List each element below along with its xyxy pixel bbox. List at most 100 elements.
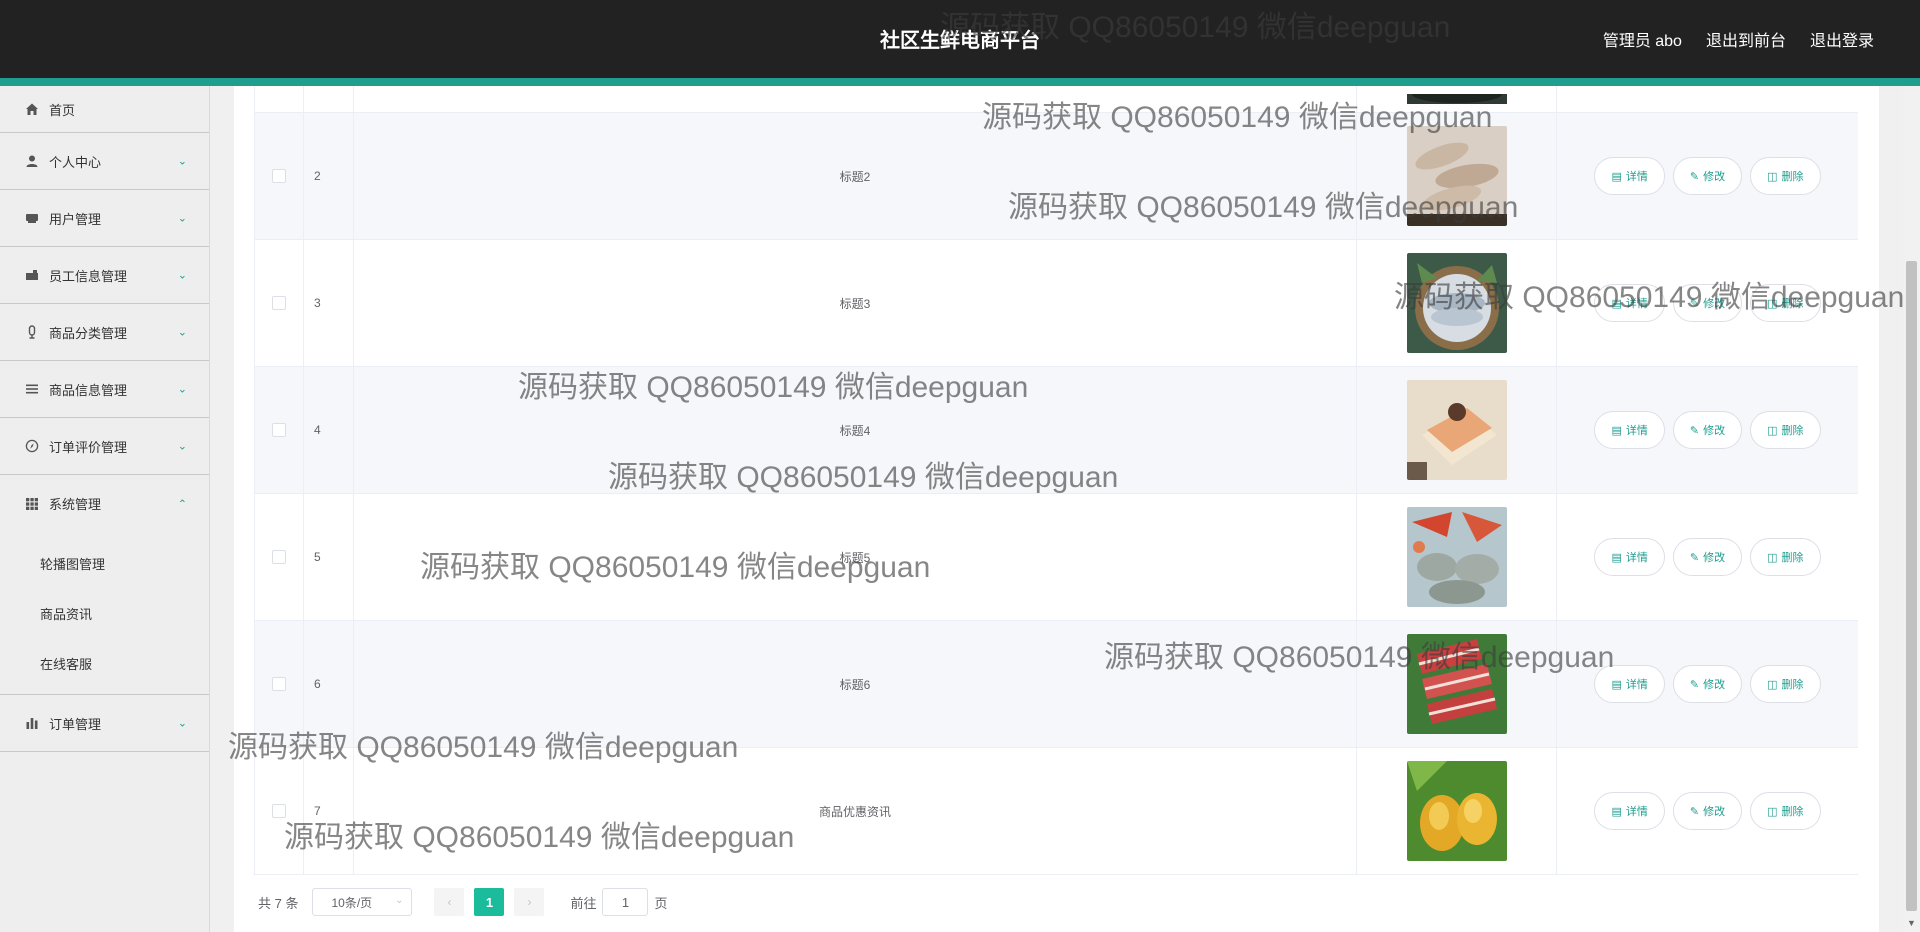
edit-button[interactable]: ✎ 修改 xyxy=(1672,157,1743,195)
detail-button[interactable]: ▤ 详情 xyxy=(1594,538,1665,576)
row-checkbox[interactable] xyxy=(272,169,286,183)
goto-page-input[interactable]: 1 xyxy=(602,888,649,916)
vertical-scrollbar[interactable]: ▼ xyxy=(1903,86,1920,932)
sidebar-item-system[interactable]: 系统管理 ⌃ xyxy=(0,475,209,532)
detail-button[interactable]: ▤ 详情 xyxy=(1594,792,1665,830)
users-icon xyxy=(24,210,40,226)
sidebar-item-home[interactable]: 首页 xyxy=(0,86,209,133)
detail-button[interactable]: ▤ 详情 xyxy=(1594,157,1665,195)
row-checkbox[interactable] xyxy=(272,804,286,818)
edit-icon: ✎ xyxy=(1689,170,1700,183)
delete-button[interactable]: ◫ 删除 xyxy=(1750,284,1821,322)
table-row: 2 标题2 ▤ 详情 ✎ 修改 ◫ 删除 xyxy=(254,113,1858,240)
row-checkbox[interactable] xyxy=(272,423,286,437)
chevron-down-icon: ⌄ xyxy=(177,326,187,339)
sidebar-item-label: 商品分类管理 xyxy=(49,325,128,341)
sidebar-item-orders[interactable]: 订单管理 ⌄ xyxy=(0,695,209,752)
trash-icon: ◫ xyxy=(1767,551,1778,564)
pagination: 共 7 条 10条/页 ⌄ ‹ 1 › 前往 1 页 xyxy=(258,888,668,916)
row-title: 标题5 xyxy=(354,494,1357,620)
shrimp-image xyxy=(1406,126,1507,226)
sidebar-item-label: 商品信息管理 xyxy=(49,382,128,398)
sidebar-item-label: 系统管理 xyxy=(49,497,102,512)
sidebar-item-users[interactable]: 用户管理 ⌄ xyxy=(0,190,209,247)
detail-button[interactable]: ▤ 详情 xyxy=(1594,665,1665,703)
row-checkbox[interactable] xyxy=(272,550,286,564)
chevron-down-icon: ⌄ xyxy=(177,717,187,730)
submenu-item-service[interactable]: 在线客服 xyxy=(0,638,209,688)
fish-image xyxy=(1406,253,1507,353)
delete-button[interactable]: ◫ 删除 xyxy=(1750,665,1821,703)
goto-label: 前往 xyxy=(570,895,597,911)
row-title: 商品优惠资讯 xyxy=(354,748,1357,874)
grid-icon xyxy=(24,496,40,512)
edit-button[interactable]: ✎ 修改 xyxy=(1672,538,1743,576)
delete-button[interactable]: ◫ 删除 xyxy=(1750,792,1821,830)
row-title: 标题3 xyxy=(354,240,1357,366)
chevron-right-icon: › xyxy=(527,895,532,909)
submenu-item-carousel[interactable]: 轮播图管理 xyxy=(0,538,209,588)
user-icon xyxy=(24,153,40,169)
list-icon xyxy=(24,381,40,397)
header-accent-bar xyxy=(0,78,1920,86)
header-actions: 管理员 abo 退出到前台 退出登录 xyxy=(1603,27,1874,51)
table-row: 4 标题4 ▤ 详情 ✎ 修改 ◫ 删除 xyxy=(254,367,1858,494)
mango-image xyxy=(1406,761,1507,861)
delete-button[interactable]: ◫ 删除 xyxy=(1750,157,1821,195)
delete-button[interactable]: ◫ 删除 xyxy=(1750,411,1821,449)
trash-icon: ◫ xyxy=(1767,297,1778,310)
document-icon: ▤ xyxy=(1611,678,1622,691)
chevron-down-icon: ⌄ xyxy=(177,269,187,282)
row-checkbox[interactable] xyxy=(272,296,286,310)
edit-icon: ✎ xyxy=(1689,805,1700,818)
sidebar-item-label: 员工信息管理 xyxy=(49,268,128,284)
logout-link[interactable]: 退出登录 xyxy=(1810,27,1874,51)
sidebar-item-label: 订单管理 xyxy=(49,716,102,732)
row-index: 3 xyxy=(304,240,354,366)
trash-icon: ◫ xyxy=(1767,170,1778,183)
row-checkbox[interactable] xyxy=(272,677,286,691)
edit-button[interactable]: ✎ 修改 xyxy=(1672,665,1743,703)
table-row: 6 标题6 ▤ 详情 ✎ 修改 ◫ 删除 xyxy=(254,621,1858,748)
sidebar-item-goods[interactable]: 商品信息管理 ⌄ xyxy=(0,361,209,418)
edit-button[interactable]: ✎ 修改 xyxy=(1672,411,1743,449)
document-icon: ▤ xyxy=(1611,170,1622,183)
document-icon: ▤ xyxy=(1611,424,1622,437)
delete-button[interactable]: ◫ 删除 xyxy=(1750,538,1821,576)
sidebar-item-reviews[interactable]: 订单评价管理 ⌄ xyxy=(0,418,209,475)
sidebar-item-label: 订单评价管理 xyxy=(49,439,128,455)
prev-page-button[interactable]: ‹ xyxy=(434,888,465,916)
chevron-down-icon: ⌄ xyxy=(177,440,187,453)
sidebar-item-label: 用户管理 xyxy=(49,211,102,227)
sidebar-item-staff[interactable]: 员工信息管理 ⌄ xyxy=(0,247,209,304)
trash-icon: ◫ xyxy=(1767,424,1778,437)
table-row: 7 商品优惠资讯 ▤ 详情 ✎ 修改 ◫ 删除 xyxy=(254,748,1858,875)
row-index: 5 xyxy=(304,494,354,620)
compass-icon xyxy=(24,438,40,454)
detail-button[interactable]: ▤ 详情 xyxy=(1594,284,1665,322)
sidebar-item-category[interactable]: 商品分类管理 ⌄ xyxy=(0,304,209,361)
submenu-item-news[interactable]: 商品资讯 xyxy=(0,588,209,638)
sidebar-item-profile[interactable]: 个人中心 ⌄ xyxy=(0,133,209,190)
mic-icon xyxy=(24,324,40,340)
edit-button[interactable]: ✎ 修改 xyxy=(1672,792,1743,830)
scrollbar-thumb[interactable] xyxy=(1906,261,1917,911)
page-number-current[interactable]: 1 xyxy=(474,888,505,916)
page-unit-label: 页 xyxy=(654,895,668,911)
page-size-select[interactable]: 10条/页 ⌄ xyxy=(312,888,413,916)
sidebar: 首页 个人中心 ⌄ 用户管理 ⌄ 员工信息管理 ⌄ 商品分类管理 ⌄ 商品信息管… xyxy=(0,86,210,932)
row-index: 4 xyxy=(304,367,354,493)
data-table: 2 标题2 ▤ 详情 ✎ 修改 ◫ 删除 3 标题3 ▤ 详情 ✎ 修改 ◫ 删… xyxy=(254,86,1858,875)
chevron-down-icon: ⌄ xyxy=(177,212,187,225)
row-title: 标题6 xyxy=(354,621,1357,747)
edit-icon: ✎ xyxy=(1689,678,1700,691)
system-submenu: 轮播图管理 商品资讯 在线客服 xyxy=(0,532,209,695)
row-title: 标题2 xyxy=(354,113,1357,239)
edit-button[interactable]: ✎ 修改 xyxy=(1672,284,1743,322)
next-page-button[interactable]: › xyxy=(514,888,545,916)
seafood-image xyxy=(1406,507,1507,607)
exit-to-front-link[interactable]: 退出到前台 xyxy=(1706,27,1786,51)
total-count: 共 7 条 xyxy=(258,895,299,911)
scroll-down-arrow-icon[interactable]: ▼ xyxy=(1907,918,1916,928)
detail-button[interactable]: ▤ 详情 xyxy=(1594,411,1665,449)
